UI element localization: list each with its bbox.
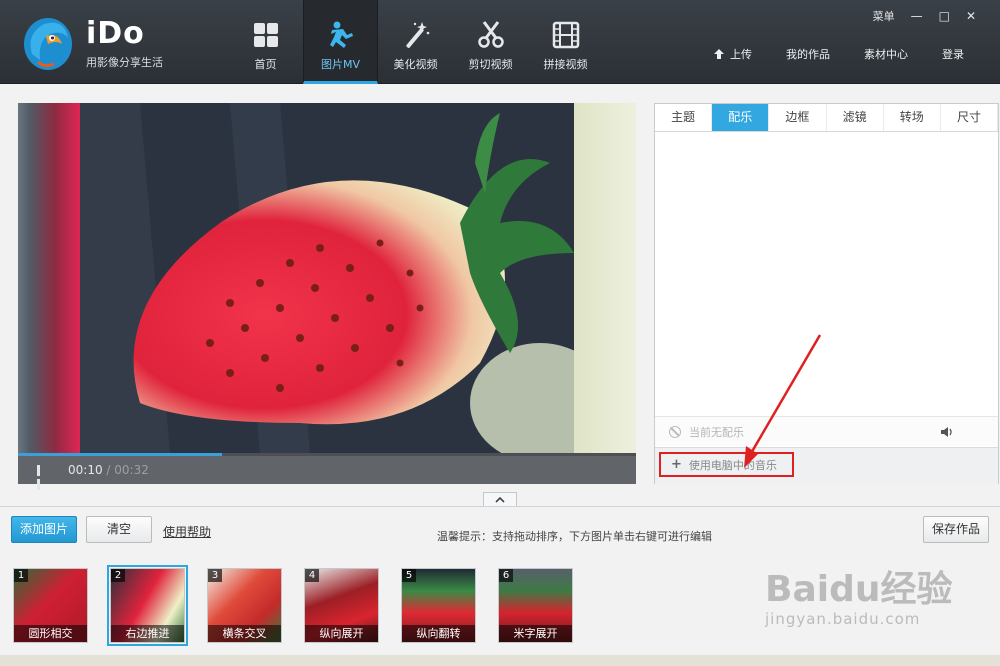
baidu-watermark: Baidu经验 jingyan.baidu.com xyxy=(765,560,952,628)
clear-button[interactable]: 清空 xyxy=(86,516,152,543)
no-music-label: 当前无配乐 xyxy=(689,425,744,439)
upload-link[interactable]: 上传 xyxy=(713,46,752,62)
tip-text: 温馨提示：支持拖动排序，下方图片单击右键可进行编辑 xyxy=(437,530,712,543)
add-local-music-button[interactable]: + 使用电脑中的音乐 xyxy=(659,452,794,477)
nav-cut-video[interactable]: 剪切视频 xyxy=(453,0,528,84)
upload-arrow-icon xyxy=(714,49,724,59)
watermark-line1: Baidu经验 xyxy=(765,569,953,610)
add-local-music-label: 使用电脑中的音乐 xyxy=(688,458,777,472)
nav-cut-video-label: 剪切视频 xyxy=(468,58,513,71)
nav-photo-mv-label: 图片MV xyxy=(320,58,360,71)
duration: 00:32 xyxy=(114,463,149,477)
time-separator: / xyxy=(102,463,115,477)
menu-button[interactable]: 菜单 xyxy=(873,8,895,24)
thumbnail-item[interactable]: 5 纵向翻转 xyxy=(401,568,476,643)
ido-logo-icon xyxy=(24,18,72,70)
thumbnail-index: 5 xyxy=(402,569,416,582)
progress-fill xyxy=(18,453,222,456)
tab-theme[interactable]: 主题 xyxy=(655,104,713,131)
tab-filter[interactable]: 滤镜 xyxy=(827,104,884,131)
pause-button[interactable] xyxy=(37,465,48,490)
section-divider xyxy=(0,506,1000,507)
main-nav: 首页 图片MV 美化视频 剪切视频 拼接视频 xyxy=(228,0,603,84)
video-preview[interactable] xyxy=(18,103,636,453)
thumbnail-label: 纵向展开 xyxy=(305,625,378,642)
app-slogan: 用影像分享生活 xyxy=(86,56,163,69)
transition-strip-left xyxy=(18,103,80,453)
add-music-row: + 使用电脑中的音乐 xyxy=(655,447,998,484)
bottom-bar xyxy=(0,655,1000,666)
tab-transition[interactable]: 转场 xyxy=(884,104,941,131)
nav-beautify-video[interactable]: 美化视频 xyxy=(378,0,453,84)
magic-wand-icon xyxy=(405,22,429,48)
app-name: iDo xyxy=(86,16,145,51)
progress-bar[interactable] xyxy=(18,453,636,456)
current-time: 00:10 xyxy=(68,463,103,477)
music-status: 当前无配乐 xyxy=(655,416,998,446)
nav-photo-mv[interactable]: 图片MV xyxy=(303,0,378,84)
upload-label: 上传 xyxy=(730,48,752,61)
transition-strip-right xyxy=(574,103,636,453)
thumbnail-index: 4 xyxy=(305,569,319,582)
my-works-link[interactable]: 我的作品 xyxy=(786,46,830,62)
thumbnail-item[interactable]: 6 米字展开 xyxy=(498,568,573,643)
thumbnail-strip: 1 圆形相交 2 右边推进 3 横条交叉 4 纵向展开 5 纵向翻转 6 米字展… xyxy=(13,565,573,646)
nav-home-label: 首页 xyxy=(254,58,277,71)
preview-photo xyxy=(80,103,610,453)
thumbnail-item[interactable]: 1 圆形相交 xyxy=(13,568,88,643)
thumbnail-item[interactable]: 4 纵向展开 xyxy=(304,568,379,643)
runner-icon xyxy=(329,21,353,48)
thumbnail-index: 6 xyxy=(499,569,513,582)
thumbnail-item[interactable]: 2 右边推进 xyxy=(107,565,188,646)
film-strip-icon xyxy=(552,21,579,49)
thumbnail-label: 横条交叉 xyxy=(208,625,281,642)
no-music-icon xyxy=(669,425,681,438)
window-controls: 菜单 — □ ✕ xyxy=(873,8,976,24)
plus-icon: + xyxy=(671,457,682,472)
panel-tabs: 主题 配乐 边框 滤镜 转场 尺寸 xyxy=(655,104,999,132)
time-display: 00:10 / 00:32 xyxy=(68,463,149,477)
nav-join-video[interactable]: 拼接视频 xyxy=(528,0,603,84)
scissors-icon xyxy=(477,21,504,48)
player-controls: 00:10 / 00:32 xyxy=(18,453,636,490)
thumbnail-item[interactable]: 3 横条交叉 xyxy=(207,568,282,643)
nav-join-video-label: 拼接视频 xyxy=(543,58,588,71)
settings-panel: 主题 配乐 边框 滤镜 转场 尺寸 当前无配乐 + 使用电脑中的音乐 xyxy=(654,103,999,484)
thumbnail-label: 纵向翻转 xyxy=(402,625,475,642)
maximize-button[interactable]: □ xyxy=(939,9,950,23)
thumbnail-index: 1 xyxy=(14,569,28,582)
thumbnail-label: 右边推进 xyxy=(111,625,184,642)
grid-icon xyxy=(253,23,278,47)
minimize-button[interactable]: — xyxy=(911,9,923,23)
nav-beautify-video-label: 美化视频 xyxy=(393,58,438,71)
thumbnail-index: 3 xyxy=(208,569,222,582)
top-links: 上传 我的作品 素材中心 登录 xyxy=(713,46,964,62)
save-work-button[interactable]: 保存作品 xyxy=(923,516,989,543)
collapse-toggle[interactable] xyxy=(483,492,517,506)
nav-home[interactable]: 首页 xyxy=(228,0,303,84)
strawberry-image xyxy=(80,103,610,453)
app-header: iDo 用影像分享生活 首页 图片MV 美化视频 剪切视频 拼接视频 菜单 — … xyxy=(0,0,1000,84)
pause-icon xyxy=(37,465,40,476)
close-button[interactable]: ✕ xyxy=(966,9,976,23)
watermark-line2: jingyan.baidu.com xyxy=(765,610,921,628)
thumbnail-index: 2 xyxy=(111,569,125,582)
add-images-button[interactable]: 添加图片 xyxy=(11,516,77,543)
tab-music[interactable]: 配乐 xyxy=(712,104,770,131)
speaker-icon[interactable] xyxy=(940,426,954,438)
tab-border[interactable]: 边框 xyxy=(769,104,827,131)
thumbnail-label: 米字展开 xyxy=(499,625,572,642)
thumbnail-label: 圆形相交 xyxy=(14,625,87,642)
help-link[interactable]: 使用帮助 xyxy=(163,523,211,540)
material-center-link[interactable]: 素材中心 xyxy=(864,46,908,62)
login-link[interactable]: 登录 xyxy=(942,46,964,62)
chevron-up-icon xyxy=(495,496,505,503)
tab-size[interactable]: 尺寸 xyxy=(941,104,999,131)
